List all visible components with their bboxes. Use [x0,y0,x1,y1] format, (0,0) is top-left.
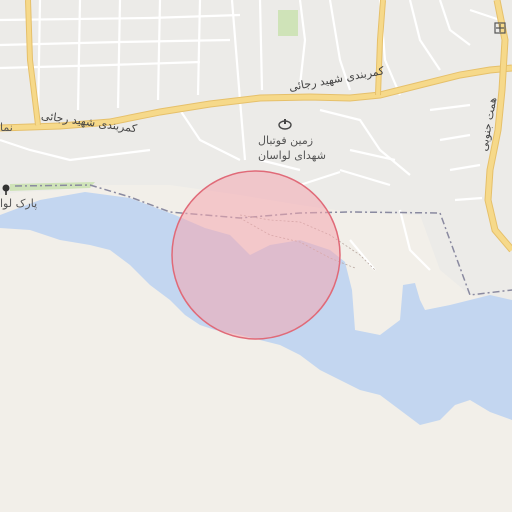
worship-icon [494,22,506,34]
tree-icon [2,184,10,195]
park-label: پارک لوا [0,197,38,210]
park-poi[interactable] [0,184,12,196]
green-area [278,10,298,36]
highlight-circle [171,170,341,340]
edge-label: نما [0,121,13,134]
worship-poi[interactable] [494,22,506,34]
stadium-label-line1: زمین فوتبال [258,134,314,147]
map-view[interactable]: کمربندی شهید رجائی کمربندی شهید رجائی هم… [0,0,512,512]
stadium-icon [278,119,292,130]
stadium-poi[interactable] [278,118,292,130]
map-canvas [0,0,512,512]
stadium-label-line2: شهدای لواسان [258,149,326,162]
